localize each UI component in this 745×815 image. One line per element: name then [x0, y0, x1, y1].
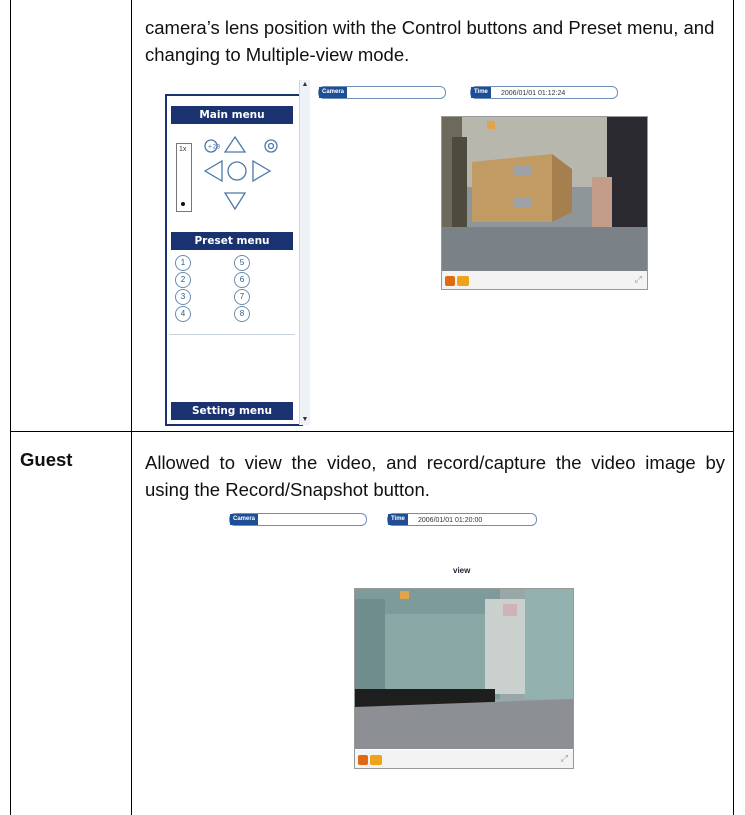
row1-description: camera’s lens position with the Control … — [145, 17, 715, 65]
pan-right-icon[interactable] — [252, 159, 272, 183]
preset-button-4[interactable]: 4 — [175, 306, 191, 322]
camera-video-view: ⤢ — [441, 116, 648, 290]
preset-button-5[interactable]: 5 — [234, 255, 250, 271]
preset-button-1[interactable]: 1 — [175, 255, 191, 271]
svg-text:+28: +28 — [208, 144, 221, 151]
main-menu-header[interactable]: Main menu — [171, 106, 293, 124]
row2-description: Allowed to view the video, and record/ca… — [145, 452, 725, 500]
setting-menu-header[interactable]: Setting menu — [171, 402, 293, 420]
center-icon[interactable] — [227, 161, 247, 181]
snapshot-button[interactable] — [457, 276, 469, 286]
guest-video-toolbar: ⤢ — [355, 750, 573, 768]
record-button[interactable] — [445, 276, 455, 286]
fullscreen-icon[interactable]: ⤢ — [635, 274, 642, 285]
room-scene-image — [442, 117, 647, 271]
preset-button-6[interactable]: 6 — [234, 272, 250, 288]
table-right-border — [733, 0, 734, 815]
view-caption: view — [453, 566, 471, 575]
camera-tag: Camera — [319, 87, 348, 98]
guest-camera-tag: Camera — [230, 514, 259, 525]
panel-divider — [169, 334, 295, 335]
pan-down-icon[interactable] — [223, 192, 247, 211]
scroll-down-icon[interactable]: ▼ — [300, 415, 310, 425]
row2-role: Guest — [20, 449, 73, 470]
guest-record-button[interactable] — [358, 755, 368, 765]
preset-button-8[interactable]: 8 — [234, 306, 250, 322]
hallway-scene-image — [355, 589, 573, 749]
table-row-divider — [10, 431, 734, 432]
table-column-divider — [131, 0, 132, 815]
zoom-slider[interactable]: 1x — [176, 143, 192, 212]
preset-menu-header[interactable]: Preset menu — [171, 232, 293, 250]
zoom-level: 1x — [179, 146, 187, 153]
zoom-handle[interactable] — [181, 202, 185, 206]
video-toolbar: ⤢ — [442, 271, 647, 289]
guest-snapshot-button[interactable] — [370, 755, 382, 765]
panel-scrollbar[interactable]: ▲ ▼ — [299, 80, 310, 425]
time-field: 2006/01/01 01:12:24 — [470, 86, 618, 99]
scroll-up-icon[interactable]: ▲ — [300, 80, 310, 90]
guest-time-tag: Time — [388, 514, 408, 525]
preset-button-3[interactable]: 3 — [175, 289, 191, 305]
guest-time-field: 2006/01/01 01:20:00 — [387, 513, 537, 526]
auto-pan-icon[interactable] — [264, 139, 278, 153]
ptz-controls: +28 — [203, 135, 278, 211]
guest-video-view: ⤢ — [354, 588, 574, 769]
table-left-border — [10, 0, 11, 815]
time-tag: Time — [471, 87, 491, 98]
pan-left-icon[interactable] — [203, 159, 223, 183]
preset-button-2[interactable]: 2 — [175, 272, 191, 288]
preset-button-7[interactable]: 7 — [234, 289, 250, 305]
pan-up-icon[interactable] — [223, 135, 247, 153]
guest-fullscreen-icon[interactable]: ⤢ — [561, 753, 568, 764]
